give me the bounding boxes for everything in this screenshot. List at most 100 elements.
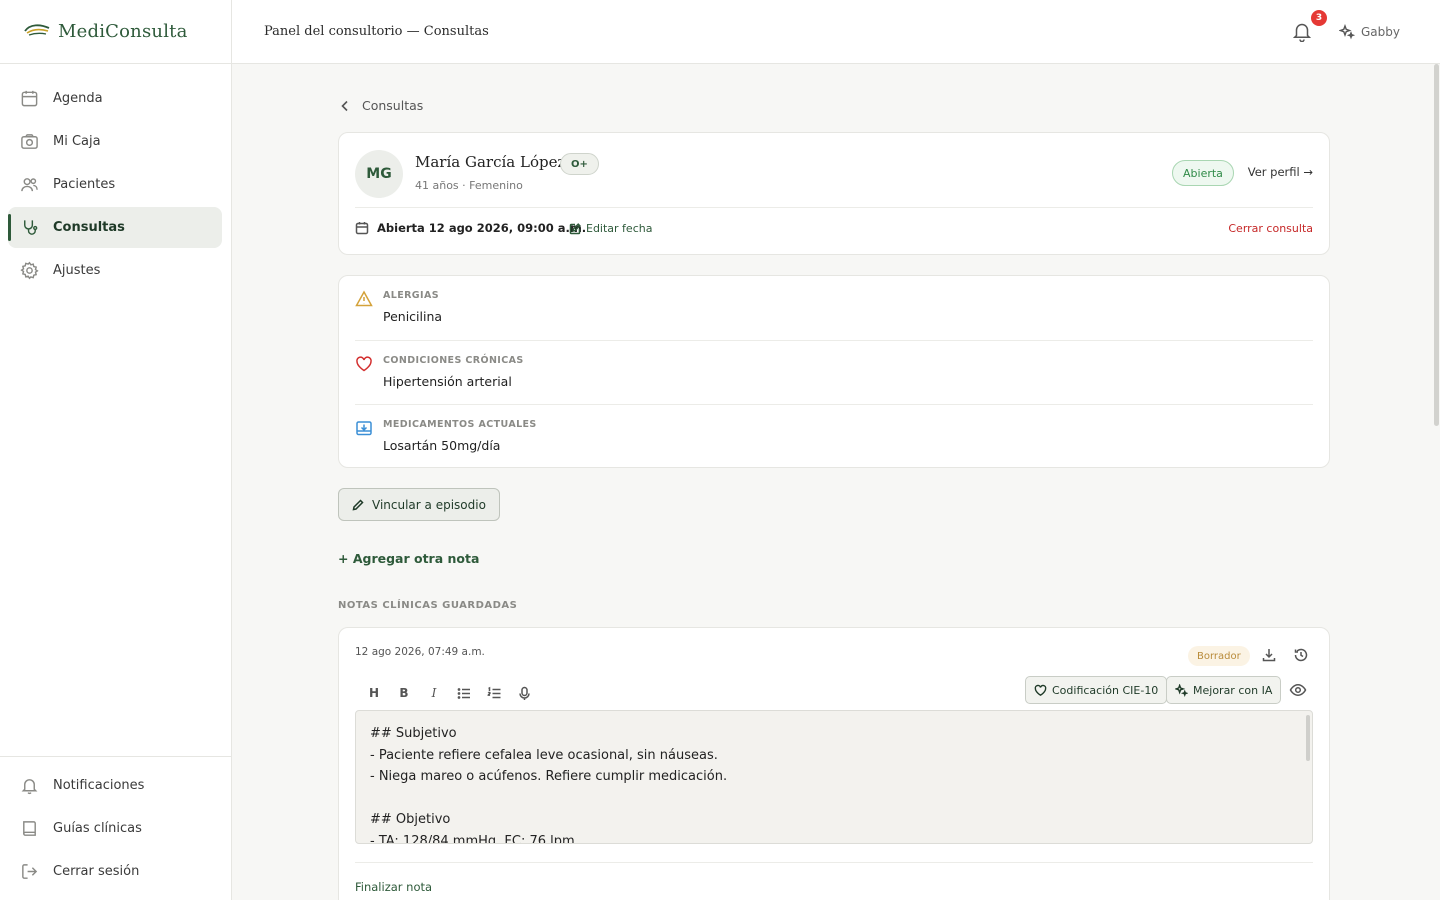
chronic-conditions-label: CONDICIONES CRÓNICAS xyxy=(383,355,524,366)
link-episode-label: Vincular a episodio xyxy=(372,497,486,512)
blood-type-badge: O+ xyxy=(560,153,599,175)
chronic-conditions-value: Hipertensión arterial xyxy=(383,374,512,389)
eye-icon xyxy=(1289,684,1307,696)
patient-card: MG María García López O+ 41 años · Femen… xyxy=(338,132,1330,255)
topbar-actions: 3 Gabby xyxy=(1291,0,1400,64)
draft-status-badge: Borrador xyxy=(1188,646,1250,666)
sidebar-item-mi-caja[interactable]: Mi Caja xyxy=(8,121,222,162)
cie10-coding-label: Codificación CIE-10 xyxy=(1052,683,1159,697)
opened-date: Abierta 12 ago 2026, 09:00 a.m. xyxy=(355,221,586,235)
chevron-left-icon xyxy=(341,100,348,111)
sidebar-item-label: Guías clínicas xyxy=(53,821,142,836)
edit-date-button[interactable]: Editar fecha xyxy=(569,222,652,235)
edit-date-label: Editar fecha xyxy=(586,222,653,235)
patient-name: María García López xyxy=(415,153,566,171)
gear-icon xyxy=(20,261,39,280)
link-episode-button[interactable]: Vincular a episodio xyxy=(338,488,500,521)
allergies-value: Penicilina xyxy=(383,309,443,324)
heading-button[interactable]: H xyxy=(359,681,389,705)
bell-icon xyxy=(21,779,38,795)
stethoscope-icon xyxy=(24,220,38,235)
voice-dictation-button[interactable] xyxy=(509,681,539,705)
chronic-conditions-row: CONDICIONES CRÓNICAS Hipertensión arteri… xyxy=(355,340,1313,404)
leaf-logo-icon xyxy=(24,22,50,42)
view-profile-link[interactable]: Ver perfil → xyxy=(1248,165,1313,179)
sidebar-item-cerrar-sesion[interactable]: Cerrar sesión xyxy=(8,851,222,892)
avatar: MG xyxy=(355,150,403,198)
bullet-list-icon xyxy=(457,687,470,699)
note-editor[interactable]: ## Subjetivo - Paciente refiere cefalea … xyxy=(355,710,1313,844)
back-link-label: Consultas xyxy=(362,98,424,113)
pencil-icon xyxy=(352,498,364,510)
calendar-icon xyxy=(355,222,369,235)
page-title: Panel del consultorio — Consultas xyxy=(264,24,489,39)
logout-icon xyxy=(22,864,38,879)
status-badge: Abierta xyxy=(1172,160,1234,186)
sidebar-item-label: Cerrar sesión xyxy=(53,864,140,879)
edit-icon xyxy=(569,222,581,234)
close-consultation-button[interactable]: Cerrar consulta xyxy=(1228,222,1313,235)
book-icon xyxy=(23,821,36,836)
medications-label: MEDICAMENTOS ACTUALES xyxy=(383,419,537,430)
opened-date-text: Abierta 12 ago 2026, 09:00 a.m. xyxy=(377,221,587,235)
medical-info-card: ALERGIAS Penicilina CONDICIONES CRÓNICAS… xyxy=(338,275,1330,468)
sidebar-item-guias-clinicas[interactable]: Guías clínicas xyxy=(8,808,222,849)
topbar: Panel del consultorio — Consultas 3 Gabb… xyxy=(232,0,1440,64)
sidebar-item-consultas[interactable]: Consultas xyxy=(8,207,222,248)
note-date: 12 ago 2026, 07:49 a.m. xyxy=(355,646,485,658)
sidebar-item-notificaciones[interactable]: Notificaciones xyxy=(8,765,222,806)
sidebar-item-label: Notificaciones xyxy=(53,778,145,793)
cie10-coding-button[interactable]: Codificación CIE-10 xyxy=(1025,676,1168,704)
download-button[interactable] xyxy=(1261,647,1277,663)
user-menu[interactable]: Gabby xyxy=(1339,24,1400,40)
bell-icon xyxy=(1292,23,1312,43)
numbered-list-button[interactable] xyxy=(479,681,509,705)
sidebar-item-label: Ajustes xyxy=(53,263,101,278)
warning-icon xyxy=(355,290,373,307)
sidebar-item-label: Pacientes xyxy=(53,177,116,192)
add-note-button[interactable]: + Agregar otra nota xyxy=(338,551,479,566)
scrollbar-thumb[interactable] xyxy=(1434,64,1439,426)
sidebar-item-pacientes[interactable]: Pacientes xyxy=(8,164,222,205)
notifications-button[interactable]: 3 xyxy=(1291,10,1327,44)
download-icon xyxy=(1262,649,1276,662)
brand-name: MediConsulta xyxy=(58,21,188,42)
sidebar-item-label: Agenda xyxy=(53,91,103,106)
medications-value: Losartán 50mg/día xyxy=(383,438,501,453)
numbered-list-icon xyxy=(487,686,500,698)
history-button[interactable] xyxy=(1293,647,1309,663)
improve-with-ai-label: Mejorar con IA xyxy=(1193,683,1273,697)
main-nav: Agenda Mi Caja Pacientes Consultas Ajust… xyxy=(0,64,231,291)
divider xyxy=(355,862,1313,863)
medication-tray-icon xyxy=(356,421,372,436)
preview-button[interactable] xyxy=(1289,681,1309,701)
sidebar-item-ajustes[interactable]: Ajustes xyxy=(8,250,222,291)
improve-with-ai-button[interactable]: Mejorar con IA xyxy=(1166,676,1282,704)
heart-icon xyxy=(1034,684,1047,696)
editor-toolbar: H B I xyxy=(359,681,539,705)
page-scrollbar[interactable] xyxy=(1432,64,1440,900)
calendar-icon xyxy=(21,90,38,107)
allergies-label: ALERGIAS xyxy=(383,290,439,301)
italic-button[interactable]: I xyxy=(419,681,449,705)
saved-notes-heading: NOTAS CLÍNICAS GUARDADAS xyxy=(338,600,518,611)
microphone-icon xyxy=(518,686,530,700)
bullet-list-button[interactable] xyxy=(449,681,479,705)
medications-row: MEDICAMENTOS ACTUALES Losartán 50mg/día xyxy=(355,404,1313,468)
allergies-row: ALERGIAS Penicilina xyxy=(355,276,1313,340)
finalize-note-button[interactable]: Finalizar nota xyxy=(355,880,432,894)
back-link[interactable]: Consultas xyxy=(338,98,423,113)
main-content: Consultas MG María García López O+ 41 añ… xyxy=(232,64,1440,900)
user-name: Gabby xyxy=(1361,25,1400,39)
divider xyxy=(355,207,1313,208)
history-icon xyxy=(1294,648,1308,662)
brand[interactable]: MediConsulta xyxy=(0,0,231,64)
bold-button[interactable]: B xyxy=(389,681,419,705)
users-icon xyxy=(21,178,38,192)
sidebar-item-agenda[interactable]: Agenda xyxy=(8,78,222,119)
sparkles-icon xyxy=(1339,24,1355,40)
sparkles-icon xyxy=(1175,683,1188,697)
editor-scrollbar[interactable] xyxy=(1306,715,1310,761)
sidebar-bottom: Notificaciones Guías clínicas Cerrar ses… xyxy=(0,756,231,894)
heart-icon xyxy=(356,356,372,372)
